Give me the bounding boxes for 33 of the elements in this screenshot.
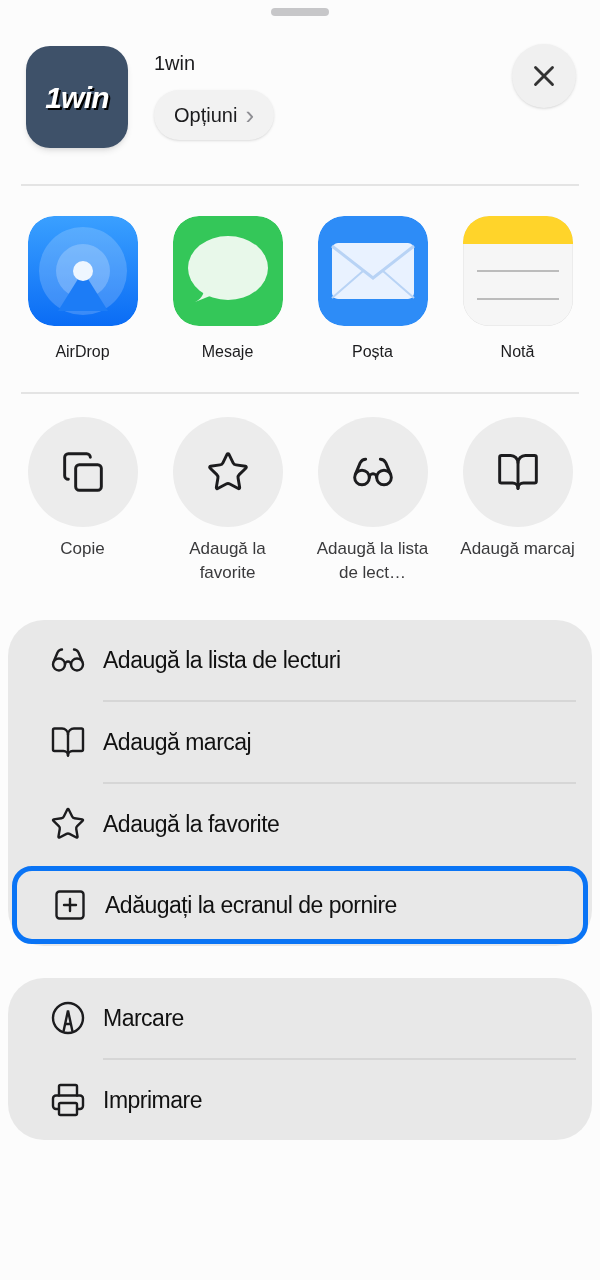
share-target-label: Notă [500,342,535,362]
drag-handle[interactable] [271,8,329,16]
copy-icon [60,450,105,494]
action-list-label: Adăugați la ecranul de pornire [105,890,397,920]
share-target-label: Poșta [352,342,393,362]
action-list-label: Adaugă marcaj [103,727,252,757]
plus-square-icon [52,887,88,923]
share-target-label: AirDrop [55,342,110,362]
action-list-item[interactable]: Adaugă marcaj [8,702,592,782]
app-logo: 1win [26,46,128,148]
action-list-item[interactable]: Adaugă la favorite [8,784,592,864]
airdrop-icon[interactable] [27,216,138,326]
book-icon [50,724,86,760]
star-icon [50,806,86,842]
action-label: Adaugă marcaj [459,538,576,560]
printer-icon [50,1082,86,1118]
action-list-item[interactable]: Adaugă la lista de lecturi [8,620,592,700]
action-list-item[interactable]: Imprimare [8,1060,592,1140]
pen-in-circle-icon [50,1000,86,1036]
envelope-icon[interactable] [317,216,428,326]
action-list-item[interactable]: Marcare [8,978,592,1058]
action-list-label: Adaugă la favorite [103,809,280,839]
options-button[interactable]: Opțiuni › [154,90,275,140]
action-label: Copie [59,538,106,560]
action-list-label: Marcare [103,1003,184,1033]
close-button[interactable] [512,44,576,108]
action-list-label: Imprimare [103,1085,202,1115]
action-label: Adaugă la lista de lect… [315,538,430,584]
app-name: 1win [154,51,197,76]
action-list-item[interactable]: Adăugați la ecranul de pornire [12,866,588,944]
action-label: Adaugă la favorite [188,538,267,584]
action-list-label: Adaugă la lista de lecturi [103,645,341,675]
share-target-label: Mesaje [201,342,254,362]
